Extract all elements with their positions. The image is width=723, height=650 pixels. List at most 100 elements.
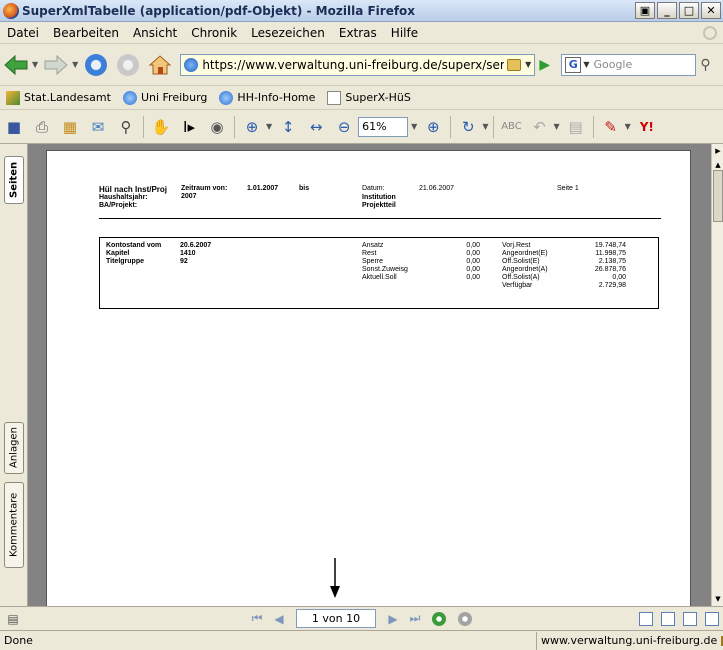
snapshot-icon[interactable]: ◉ (205, 115, 229, 139)
tab-anlagen[interactable]: Anlagen (4, 422, 24, 474)
bookmark-globe-icon (219, 90, 234, 105)
forward-history-icon[interactable]: ▼ (72, 60, 78, 69)
throbber-icon (703, 25, 717, 40)
print-icon[interactable]: ⎙ (30, 115, 54, 139)
bookmark-uni-freiburg[interactable]: Uni Freiburg (117, 90, 213, 105)
single-page-layout-icon[interactable] (639, 611, 653, 626)
menu-bearbeiten[interactable]: Bearbeiten (46, 26, 126, 40)
menu-hilfe[interactable]: Hilfe (384, 26, 425, 40)
yahoo-icon[interactable]: Y! (635, 115, 659, 139)
restore-icon[interactable]: ▣ (635, 2, 655, 19)
stop-button[interactable] (114, 51, 142, 79)
kapitel-value: 1410 (180, 250, 196, 257)
back-button[interactable] (2, 51, 30, 79)
close-button[interactable]: ✕ (701, 2, 721, 19)
maximize-button[interactable]: □ (679, 2, 699, 19)
url-bar[interactable]: https://www.verwaltung.uni-freiburg.de/s… (180, 53, 536, 76)
toolbar-separator (450, 115, 452, 138)
pdf-viewer[interactable]: Hül nach Inst/Proj Haushaltsjahr: BA/Pro… (28, 144, 711, 606)
search-placeholder: Google (593, 58, 633, 71)
minimize-button[interactable]: _ (657, 2, 677, 19)
vertical-scrollbar[interactable]: ▶ ▲ ▼ (711, 144, 723, 606)
page-number-field[interactable]: 1 von 10 (296, 609, 376, 628)
organizer-icon[interactable]: ▦ (58, 115, 82, 139)
sperre-value: 0,00 (466, 258, 480, 265)
rotate-dropdown-icon[interactable]: ▼ (482, 122, 488, 131)
email-icon[interactable]: ✉ (86, 115, 110, 139)
reload-icon (85, 53, 108, 76)
zoom-tool-dropdown-icon[interactable]: ▼ (266, 122, 272, 131)
fit-page-icon[interactable]: ↕ (276, 115, 300, 139)
reload-button[interactable] (82, 51, 110, 79)
zoom-out-icon[interactable]: ⊖ (332, 115, 356, 139)
spellcheck-icon[interactable]: ABC (499, 115, 523, 139)
previous-view-icon[interactable] (432, 611, 446, 626)
undo-dropdown-icon[interactable]: ▼ (553, 122, 559, 131)
search-engine-dropdown-icon[interactable]: ▼ (583, 60, 589, 69)
zoom-in-tool-icon[interactable]: ⊕ (240, 115, 264, 139)
home-button[interactable] (146, 51, 174, 79)
lock-icon[interactable] (507, 58, 522, 71)
menu-extras[interactable]: Extras (332, 26, 384, 40)
continuous-layout-icon[interactable] (661, 611, 675, 626)
sonst-zuweisg-label: Sonst.Zuweisg (362, 266, 408, 273)
bookmark-hh-info-home[interactable]: HH-Info-Home (213, 90, 321, 105)
rotate-icon[interactable]: ↻ (456, 115, 480, 139)
menu-datei[interactable]: Datei (0, 26, 46, 40)
search-bar[interactable]: G ▼ Google (561, 53, 697, 76)
search-engine-icon[interactable]: G (565, 56, 582, 73)
bookmark-superx-hus[interactable]: SuperX-HüS (321, 90, 416, 105)
pdf-navigation-bar: ▤ ⏮ ◀ 1 von 10 ▶ ⏭ (0, 606, 723, 630)
scroll-thumb[interactable] (713, 170, 723, 222)
previous-page-icon[interactable]: ◀ (268, 609, 290, 629)
sperre-label: Sperre (362, 258, 384, 265)
menu-ansicht[interactable]: Ansicht (126, 26, 184, 40)
titelgruppe-value: 92 (180, 258, 188, 265)
sign-dropdown-icon[interactable]: ▼ (625, 122, 631, 131)
tab-seiten[interactable]: Seiten (4, 156, 24, 204)
search-icon[interactable]: ⚲ (700, 57, 720, 73)
scroll-right-icon[interactable]: ▶ (712, 144, 723, 158)
haushaltsjahr-value: 2007 (181, 193, 197, 200)
select-text-icon[interactable]: I▸ (177, 115, 201, 139)
find-icon[interactable]: ⚲ (114, 115, 138, 139)
back-history-icon[interactable]: ▼ (32, 60, 38, 69)
window-titlebar: SuperXmlTabelle (application/pdf-Objekt)… (0, 0, 723, 22)
angeordnet-e-label: Angeordnet(E) (502, 250, 548, 257)
sign-icon[interactable]: ✎ (599, 115, 623, 139)
save-icon[interactable]: ■ (2, 115, 26, 139)
hand-tool-icon[interactable]: ✋ (149, 115, 173, 139)
next-view-icon[interactable] (458, 611, 472, 626)
kontostand-label: Kontostand vom (106, 242, 162, 249)
header-divider (99, 218, 661, 219)
firefox-icon (3, 2, 19, 19)
go-button[interactable]: ▶ (539, 57, 555, 73)
first-page-icon[interactable]: ⏮ (246, 609, 268, 629)
url-dropdown-icon[interactable]: ▼ (525, 60, 531, 69)
kapitel-label: Kapitel (106, 250, 130, 257)
angeordnet-a-value: 26.878,76 (594, 266, 626, 273)
status-text: Done (4, 634, 33, 647)
off-solist-e-label: Off.Solist(E) (502, 258, 540, 265)
zoom-level-select[interactable]: 61% (358, 116, 409, 137)
fit-width-icon[interactable]: ↔ (304, 115, 328, 139)
doc-title: Hül nach Inst/Proj (99, 185, 168, 194)
bookmark-label: Stat.Landesamt (24, 91, 111, 104)
continuous-facing-layout-icon[interactable] (705, 611, 719, 626)
zoom-in-icon[interactable]: ⊕ (421, 115, 445, 139)
bookmark-stat-landesamt[interactable]: Stat.Landesamt (0, 90, 117, 105)
zoom-dropdown-icon[interactable]: ▼ (411, 122, 417, 131)
rest-label: Rest (362, 250, 377, 257)
menu-lesezeichen[interactable]: Lesezeichen (244, 26, 332, 40)
last-page-icon[interactable]: ⏭ (404, 609, 426, 629)
paste-icon[interactable]: ▤ (564, 115, 588, 139)
menu-chronik[interactable]: Chronik (184, 26, 244, 40)
next-page-icon[interactable]: ▶ (382, 609, 404, 629)
panel-toggle-icon[interactable]: ▤ (2, 609, 24, 629)
scroll-down-icon[interactable]: ▼ (712, 592, 723, 606)
off-solist-a-value: 0,00 (612, 274, 626, 281)
facing-layout-icon[interactable] (683, 611, 697, 626)
undo-icon[interactable]: ↶ (527, 115, 551, 139)
tab-kommentare[interactable]: Kommentare (4, 482, 24, 568)
forward-button[interactable] (42, 51, 70, 79)
